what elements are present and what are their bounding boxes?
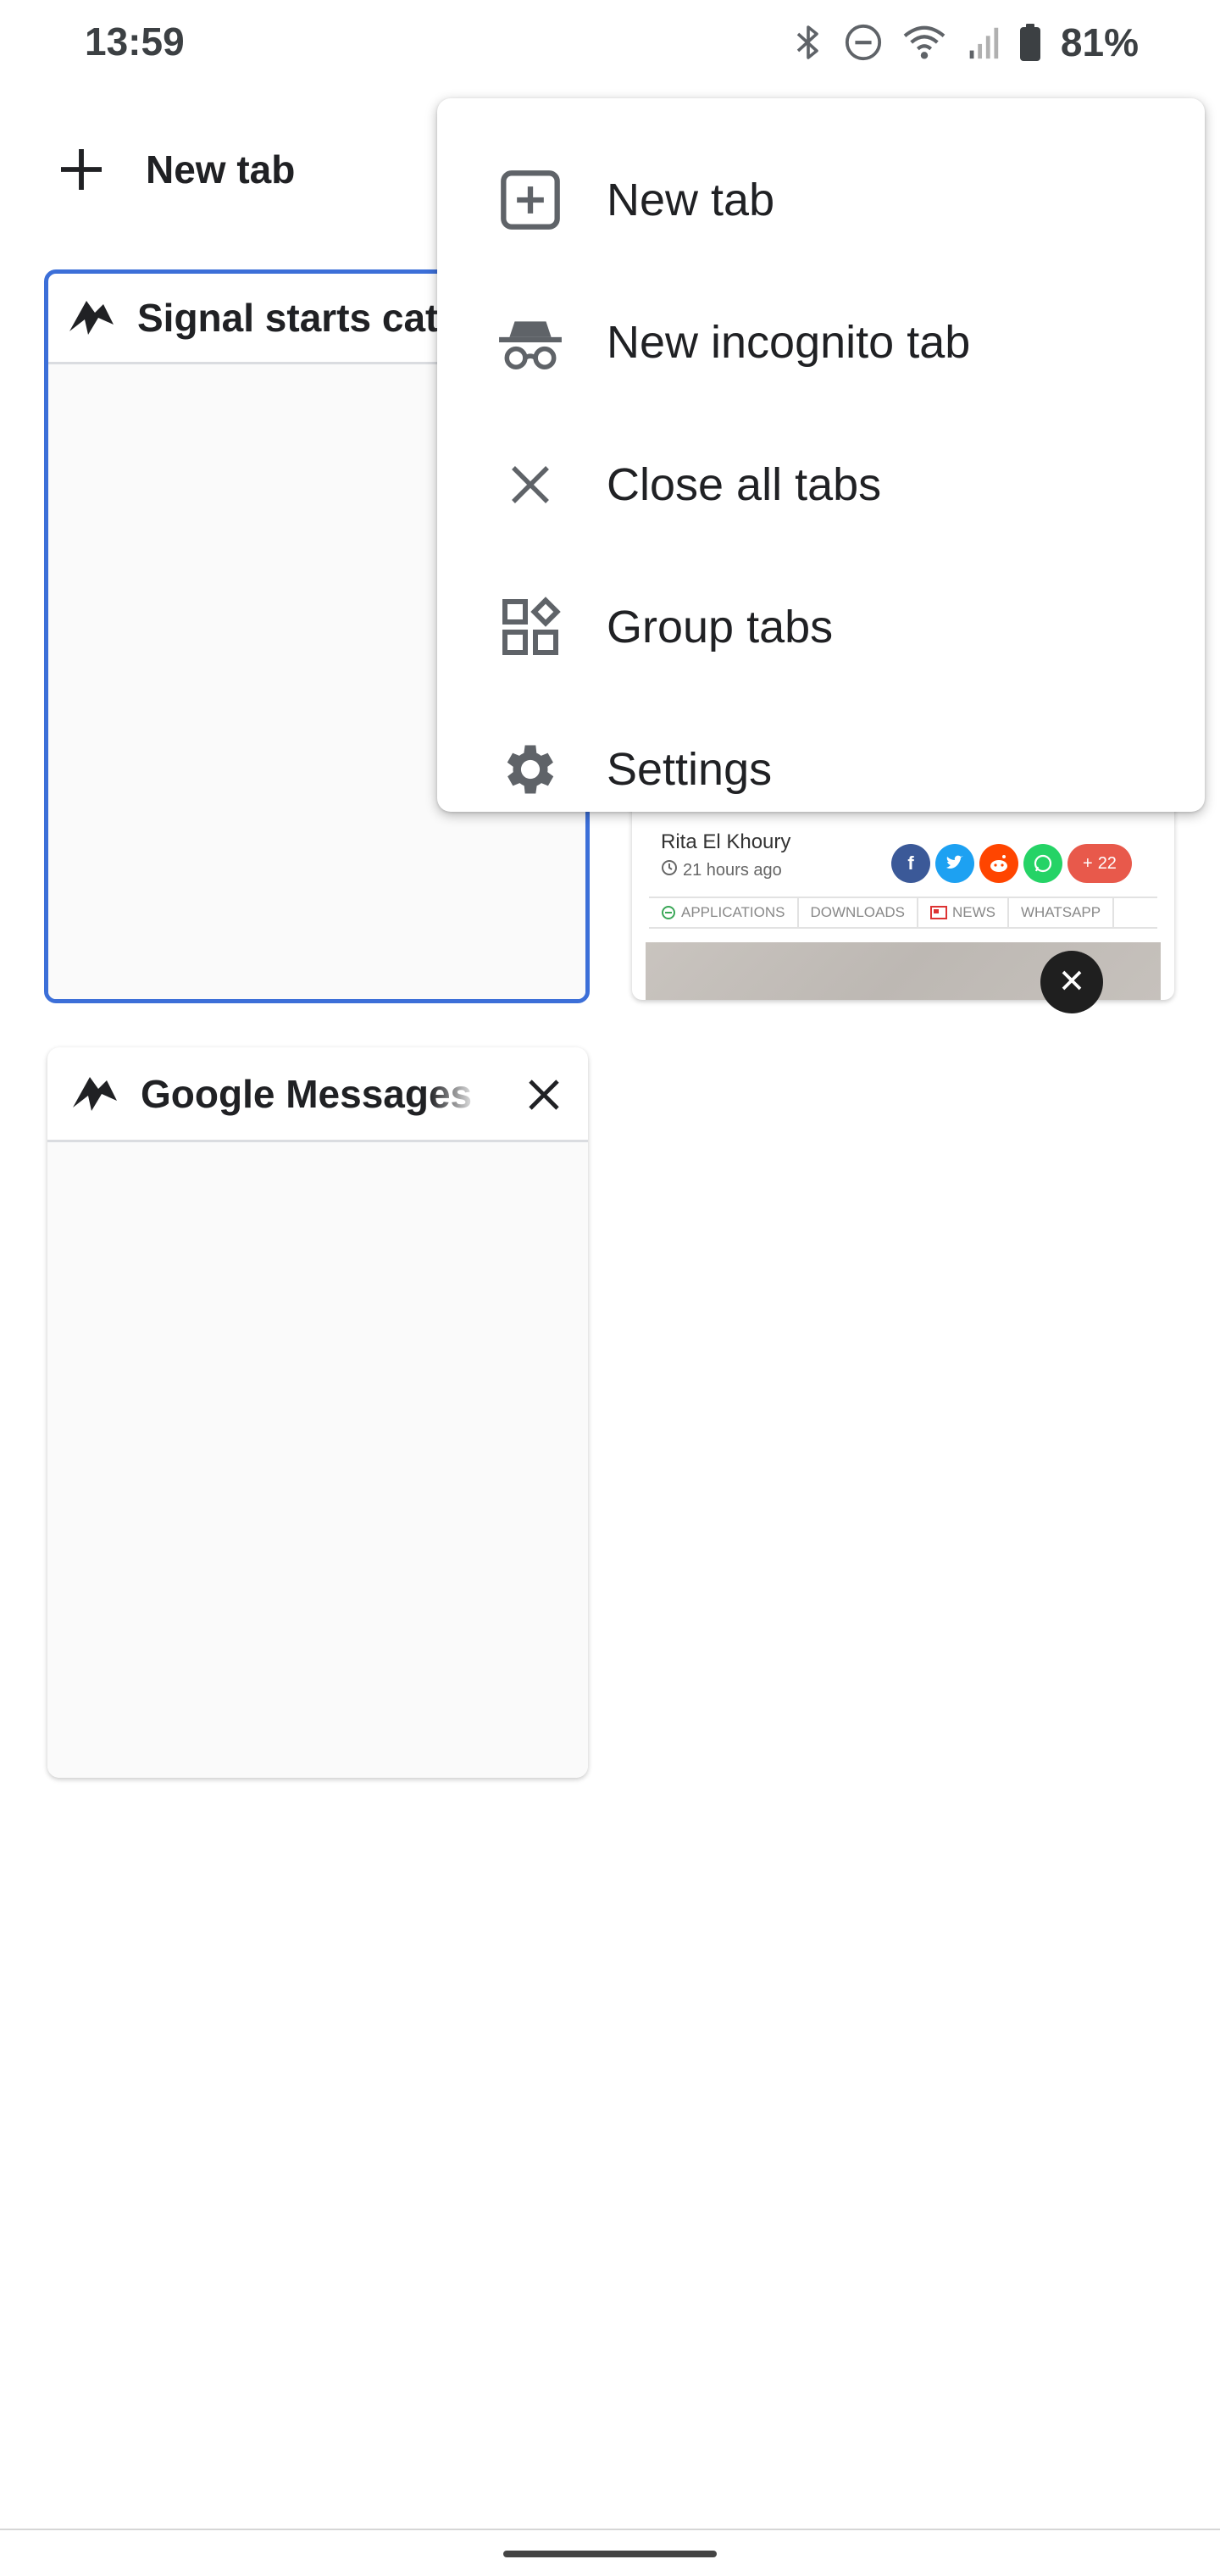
article-time: 21 hours ago <box>661 859 782 881</box>
overflow-menu: New tab New incognito tab Close all tabs… <box>437 98 1205 812</box>
category-tag: WHATSAPP <box>1009 898 1115 927</box>
plus-icon <box>47 136 115 203</box>
clock-icon <box>661 859 678 881</box>
status-time: 13:59 <box>85 19 185 64</box>
tab-card[interactable]: Google Messages on <box>47 1047 588 1778</box>
share-count: 22 <box>1097 853 1117 873</box>
plus-icon: + <box>1083 853 1093 873</box>
reddit-icon <box>979 844 1018 883</box>
tab-title: Signal starts catching up <box>137 296 485 340</box>
navigation-bar-divider <box>0 2529 1220 2530</box>
group-tabs-icon <box>488 597 573 658</box>
close-icon <box>1059 968 1084 997</box>
menu-item-settings[interactable]: Settings <box>437 698 1205 841</box>
share-buttons: f + 22 <box>891 844 1132 883</box>
close-tab-button[interactable] <box>518 1069 569 1120</box>
gear-icon <box>488 737 573 802</box>
category-tag: DOWNLOADS <box>799 898 918 927</box>
menu-item-close-all-tabs[interactable]: Close all tabs <box>437 414 1205 556</box>
menu-item-group-tabs[interactable]: Group tabs <box>437 556 1205 698</box>
new-tab-label: New tab <box>146 147 296 192</box>
menu-item-label: New incognito tab <box>607 317 971 368</box>
status-icons: 81% <box>791 17 1139 68</box>
menu-item-new-tab[interactable]: New tab <box>437 129 1205 271</box>
menu-item-label: New tab <box>607 175 775 225</box>
menu-item-label: Close all tabs <box>607 459 882 510</box>
tab-header: Google Messages on <box>47 1047 588 1142</box>
category-tag: NEWS <box>918 898 1009 927</box>
menu-item-new-incognito-tab[interactable]: New incognito tab <box>437 271 1205 414</box>
facebook-icon: f <box>891 844 930 883</box>
battery-icon <box>1018 22 1042 63</box>
status-bar: 13:59 81% <box>0 0 1220 85</box>
incognito-icon <box>488 310 573 375</box>
close-tab-button[interactable] <box>1040 951 1103 1013</box>
more-shares-button: + 22 <box>1068 844 1132 883</box>
twitter-icon <box>935 844 974 883</box>
do-not-disturb-icon <box>844 23 883 62</box>
bluetooth-icon <box>791 22 825 63</box>
new-tab-button[interactable]: New tab <box>47 136 295 203</box>
gesture-navigation-handle[interactable] <box>503 2551 717 2557</box>
menu-item-label: Group tabs <box>607 602 834 652</box>
whatsapp-icon <box>1023 844 1062 883</box>
category-tag: APPLICATIONS <box>649 898 799 927</box>
battery-percentage: 81% <box>1060 20 1139 64</box>
wifi-icon <box>901 23 947 62</box>
menu-item-label: Settings <box>607 744 773 795</box>
article-categories: APPLICATIONS DOWNLOADS NEWS WHATSAPP <box>649 897 1157 929</box>
tab-thumbnail <box>47 1142 588 1778</box>
signal-icon <box>966 23 1000 62</box>
close-icon <box>529 1080 559 1110</box>
androidpolice-favicon-icon <box>69 1069 120 1119</box>
close-icon <box>488 459 573 510</box>
tab-title: Google Messages on <box>141 1071 480 1116</box>
article-time-text: 21 hours ago <box>683 860 782 880</box>
new-tab-icon <box>488 168 573 232</box>
androidpolice-favicon-icon <box>66 292 117 343</box>
